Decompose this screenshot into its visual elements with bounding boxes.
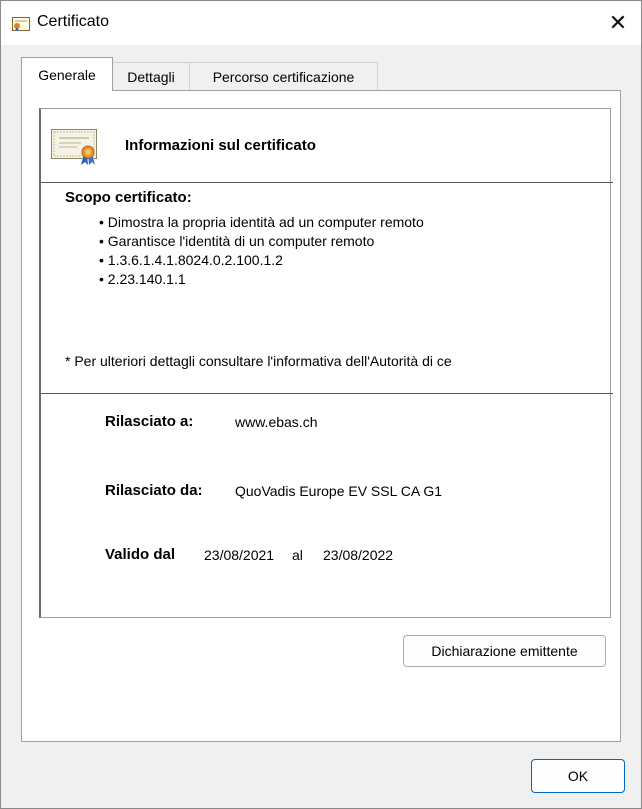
issuer-statement-button[interactable]: Dichiarazione emittente: [403, 635, 606, 667]
scope-title: Scopo certificato:: [65, 189, 192, 206]
issued-to-value: www.ebas.ch: [235, 414, 318, 430]
certificate-dialog: Certificato ✕ Generale Dettagli Percorso…: [0, 0, 642, 809]
tab-dettagli[interactable]: Dettagli: [112, 62, 190, 90]
issued-to-label: Rilasciato a:: [105, 413, 194, 430]
close-icon: ✕: [608, 10, 628, 35]
certificate-icon: [51, 129, 97, 165]
valid-from-value: 23/08/2021: [204, 547, 275, 563]
issued-by-label: Rilasciato da:: [105, 482, 203, 499]
window-title: Certificato: [37, 13, 110, 30]
tab-generale[interactable]: Generale: [21, 57, 113, 91]
title-bar: Certificato ✕: [1, 1, 641, 45]
list-item: 1.3.6.1.4.1.8024.0.2.100.1.2: [99, 251, 424, 270]
valid-from-label: Valido dal: [105, 546, 176, 563]
list-item: Dimostra la propria identità ad un compu…: [99, 213, 424, 232]
valid-to-value: 23/08/2022: [323, 547, 394, 563]
info-title: Informazioni sul certificato: [125, 137, 316, 154]
certificate-info-box: Informazioni sul certificato Scopo certi…: [39, 108, 613, 618]
general-tab-panel: Informazioni sul certificato Scopo certi…: [21, 90, 621, 742]
certificate-icon: [12, 17, 30, 31]
divider: [41, 182, 613, 183]
ok-button[interactable]: OK: [531, 759, 625, 793]
list-item: 2.23.140.1.1: [99, 270, 424, 289]
divider: [41, 393, 613, 394]
issued-by-value: QuoVadis Europe EV SSL CA G1: [235, 483, 443, 499]
tab-percorso-certificazione[interactable]: Percorso certificazione: [189, 62, 378, 90]
footnote: * Per ulteriori dettagli consultare l'in…: [65, 353, 452, 369]
close-button[interactable]: ✕: [595, 1, 641, 45]
purpose-list: Dimostra la propria identità ad un compu…: [99, 213, 424, 289]
list-item: Garantisce l'identità di un computer rem…: [99, 232, 424, 251]
valid-to-label: al: [292, 547, 303, 563]
